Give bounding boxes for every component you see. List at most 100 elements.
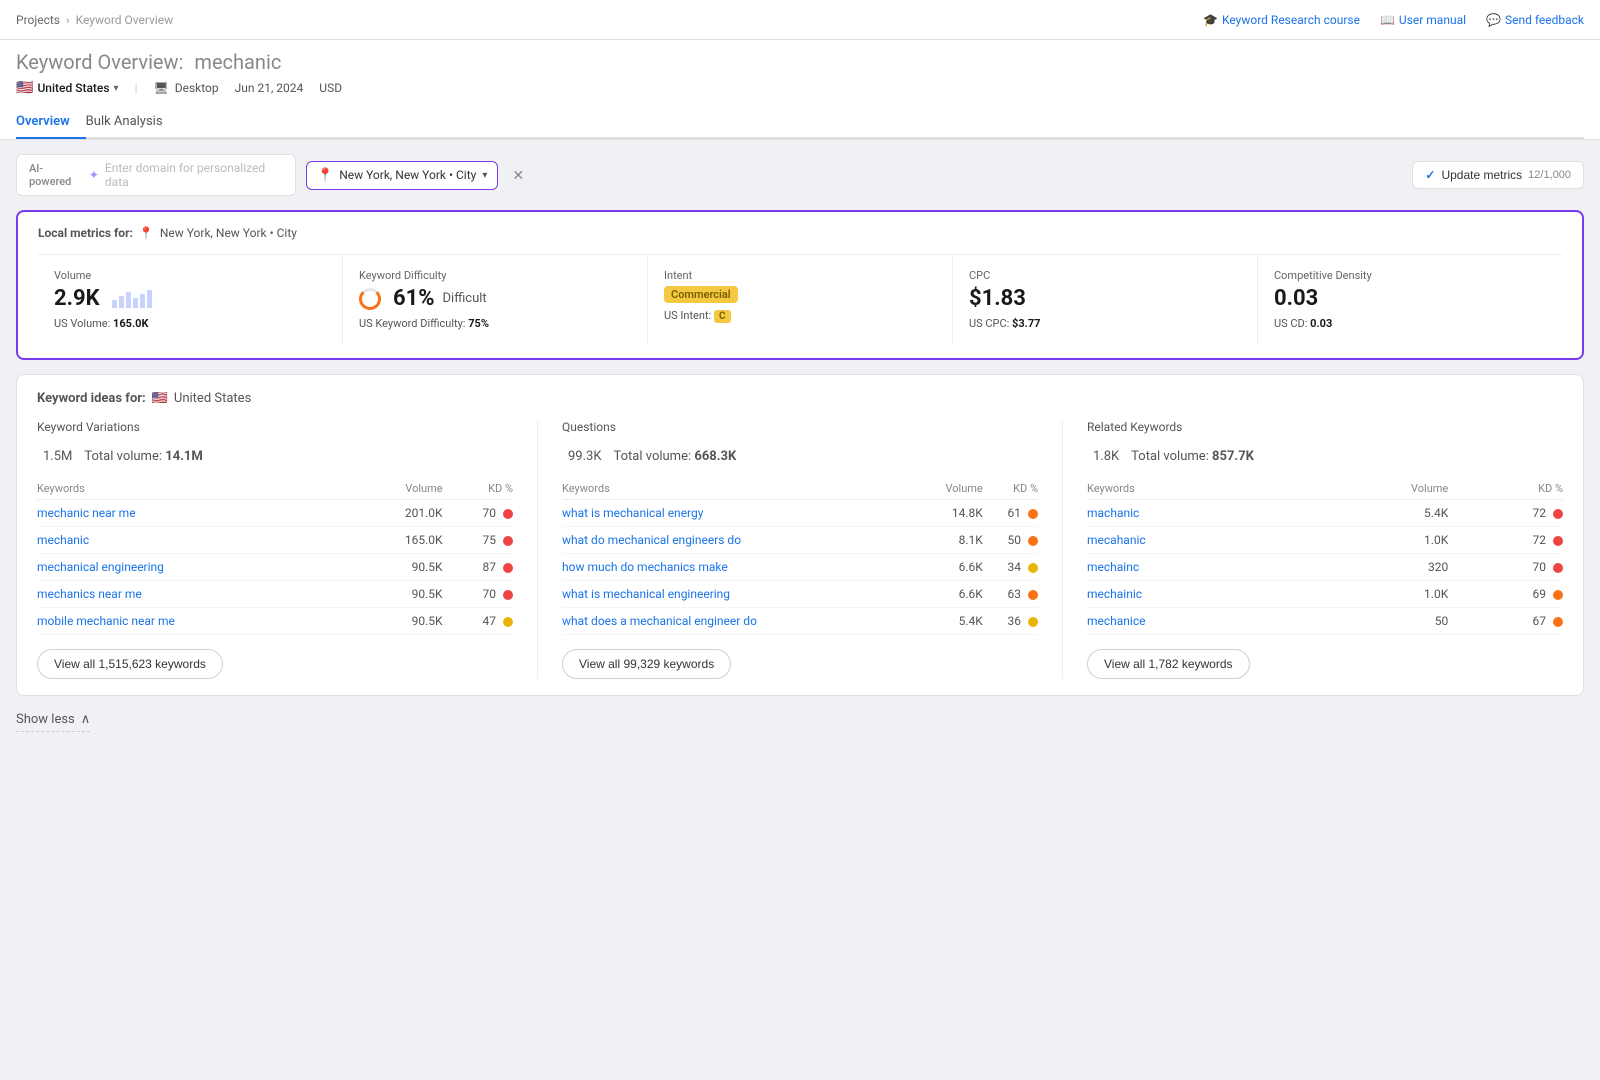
user-manual-link[interactable]: 📖 User manual (1380, 13, 1466, 27)
kd-cell: 72 (1448, 500, 1563, 527)
ai-domain-input[interactable]: AI-powered ✦ Enter domain for personaliz… (16, 154, 296, 196)
keyword-link[interactable]: what does a mechanical engineer do (562, 614, 757, 628)
update-metrics-button[interactable]: ✓ Update metrics 12/1,000 (1412, 161, 1584, 189)
view-all-questions-button[interactable]: View all 99,329 keywords (562, 649, 731, 679)
keyword-link[interactable]: mechainc (1087, 560, 1139, 574)
sparkle-icon: ✦ (89, 168, 99, 182)
volume-cell: 201.0K (356, 500, 443, 527)
volume-cell: 165.0K (356, 527, 443, 554)
metrics-box: Local metrics for: 📍 New York, New York … (16, 210, 1584, 360)
kd-dot (503, 509, 513, 519)
kd-cell: 50 (983, 527, 1038, 554)
metric-volume: Volume 2.9K US Volume: 165.0K (38, 255, 343, 344)
country-selector[interactable]: 🇺🇸 United States ▾ (16, 80, 119, 96)
view-all-related-button[interactable]: View all 1,782 keywords (1087, 649, 1250, 679)
breadcrumb-current: Keyword Overview (76, 13, 174, 27)
clear-location-button[interactable]: ✕ (508, 167, 528, 184)
tab-bulk-analysis[interactable]: Bulk Analysis (86, 106, 179, 139)
keyword-link[interactable]: mechanical engineering (37, 560, 164, 574)
kd-cell: 36 (983, 608, 1038, 635)
view-all-variations-button[interactable]: View all 1,515,623 keywords (37, 649, 223, 679)
keyword-research-course-link[interactable]: 🎓 Keyword Research course (1203, 13, 1360, 27)
keyword-link[interactable]: mechanice (1087, 614, 1146, 628)
volume-cell: 50 (1308, 608, 1448, 635)
keyword-link[interactable]: what is mechanical energy (562, 506, 703, 520)
currency-label: USD (319, 81, 342, 95)
keyword-link[interactable]: mechainic (1087, 587, 1142, 601)
kd-cell: 70 (1448, 554, 1563, 581)
page-title: Keyword Overview: mechanic (16, 50, 1584, 74)
tab-overview[interactable]: Overview (16, 106, 86, 139)
kd-dot (1553, 617, 1563, 627)
keyword-link[interactable]: mechanics near me (37, 587, 142, 601)
keyword-ideas-title: Keyword ideas for: 🇺🇸 United States (37, 391, 1563, 406)
kd-circle-icon (359, 288, 381, 310)
us-flag-ideas: 🇺🇸 (152, 391, 168, 406)
metrics-grid: Volume 2.9K US Volume: 165.0K Keywo (38, 254, 1562, 344)
kd-cell: 69 (1448, 581, 1563, 608)
table-row: how much do mechanics make 6.6K 34 (562, 554, 1038, 581)
date-label: Jun 21, 2024 (235, 81, 304, 95)
keyword-ideas-section: Keyword ideas for: 🇺🇸 United States Keyw… (16, 374, 1584, 696)
kd-cell: 72 (1448, 527, 1563, 554)
kd-dot (1028, 617, 1038, 627)
table-row: mecahanic 1.0K 72 (1087, 527, 1563, 554)
breadcrumb: Projects › Keyword Overview (16, 13, 173, 27)
volume-cell: 90.5K (356, 554, 443, 581)
kd-cell: 61 (983, 500, 1038, 527)
kd-dot (1553, 509, 1563, 519)
kd-dot (503, 536, 513, 546)
location-pin-icon: 📍 (139, 226, 154, 240)
breadcrumb-projects[interactable]: Projects (16, 13, 60, 27)
metric-kd: Keyword Difficulty 61% Difficult US Keyw… (343, 255, 648, 344)
metrics-counter: 12/1,000 (1528, 169, 1571, 181)
keyword-link[interactable]: mechanic (37, 533, 89, 547)
keyword-link[interactable]: what do mechanical engineers do (562, 533, 741, 547)
kd-cell: 87 (443, 554, 513, 581)
keyword-link[interactable]: how much do mechanics make (562, 560, 728, 574)
kd-dot (503, 590, 513, 600)
kd-dot (1028, 563, 1038, 573)
location-filter[interactable]: 📍 New York, New York • City ▾ (306, 161, 498, 190)
kd-cell: 34 (983, 554, 1038, 581)
table-row: what is mechanical energy 14.8K 61 (562, 500, 1038, 527)
intent-badge: Commercial (664, 286, 738, 303)
kd-cell: 67 (1448, 608, 1563, 635)
us-intent-badge: C (714, 310, 731, 323)
table-row: mechanice 50 67 (1087, 608, 1563, 635)
kd-cell: 47 (443, 608, 513, 635)
metrics-box-title: Local metrics for: 📍 New York, New York … (38, 226, 1562, 240)
volume-cell: 5.4K (915, 608, 983, 635)
country-chevron-icon: ▾ (114, 83, 119, 94)
table-row: mobile mechanic near me 90.5K 47 (37, 608, 513, 635)
metric-cd: Competitive Density 0.03 US CD: 0.03 (1258, 255, 1562, 344)
send-feedback-link[interactable]: 💬 Send feedback (1486, 13, 1584, 27)
table-row: what does a mechanical engineer do 5.4K … (562, 608, 1038, 635)
kd-dot (1553, 563, 1563, 573)
ideas-grid: Keyword Variations 1.5M Total volume: 14… (37, 420, 1563, 679)
kw-table-variations: Keywords Volume KD % mechanic near me 20… (37, 478, 513, 635)
volume-cell: 90.5K (356, 608, 443, 635)
book-icon: 📖 (1380, 13, 1395, 27)
kd-cell: 75 (443, 527, 513, 554)
keyword-link[interactable]: mecahanic (1087, 533, 1146, 547)
content-area: AI-powered ✦ Enter domain for personaliz… (0, 140, 1600, 746)
col-keyword-variations: Keyword Variations 1.5M Total volume: 14… (37, 420, 538, 679)
kd-dot (503, 563, 513, 573)
keyword-link[interactable]: machanic (1087, 506, 1139, 520)
show-less-button[interactable]: Show less ∧ (16, 712, 90, 732)
kw-table-questions: Keywords Volume KD % what is mechanical … (562, 478, 1038, 635)
divider-1: | (135, 81, 138, 95)
col-questions: Questions 99.3K Total volume: 668.3K Key… (562, 420, 1063, 679)
desktop-label: 🖥 Desktop (154, 81, 219, 95)
table-row: mechanics near me 90.5K 70 (37, 581, 513, 608)
show-less-label: Show less (16, 712, 75, 727)
kd-cell: 70 (443, 500, 513, 527)
kw-table-related: Keywords Volume KD % machanic 5.4K 72 me… (1087, 478, 1563, 635)
keyword-link[interactable]: what is mechanical engineering (562, 587, 730, 601)
table-row: mechanic near me 201.0K 70 (37, 500, 513, 527)
volume-cell: 14.8K (915, 500, 983, 527)
keyword-link[interactable]: mobile mechanic near me (37, 614, 175, 628)
keyword-link[interactable]: mechanic near me (37, 506, 136, 520)
table-row: mechanic 165.0K 75 (37, 527, 513, 554)
